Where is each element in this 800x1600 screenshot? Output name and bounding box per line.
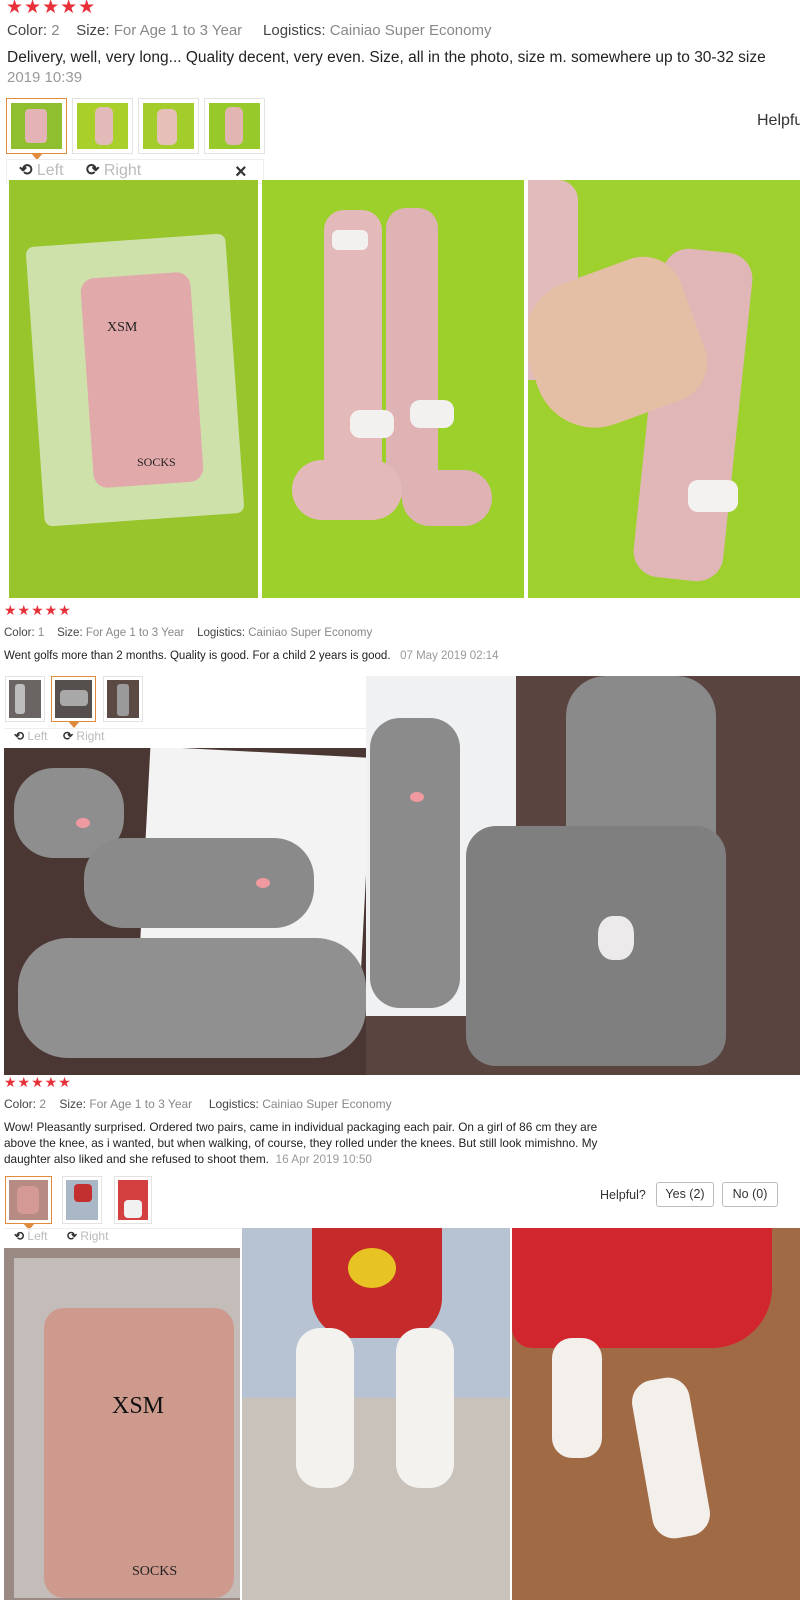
- rotate-right-label: Right: [76, 729, 105, 743]
- review-photo[interactable]: [242, 1228, 510, 1600]
- review-thumbnail[interactable]: [204, 98, 265, 154]
- rating-stars: ★★★★★: [6, 0, 97, 18]
- helpful-label: Helpfu: [757, 112, 800, 129]
- helpful-label: Helpful?: [600, 1188, 646, 1202]
- logistics-value: Cainiao Super Economy: [248, 627, 373, 639]
- rotate-right-button[interactable]: ⟳ Right: [67, 1229, 108, 1243]
- size-value: For Age 1 to 3 Year: [89, 1097, 193, 1111]
- logistics-label: Logistics:: [197, 627, 246, 639]
- size-label: Size:: [57, 627, 83, 639]
- review-thumbnail[interactable]: [72, 98, 133, 154]
- logistics-value: Cainiao Super Economy: [329, 22, 492, 39]
- size-value: For Age 1 to 3 Year: [85, 627, 185, 639]
- review-meta: Color: 2 Size: For Age 1 to 3 Year Logis…: [4, 1097, 392, 1111]
- active-caret: [67, 721, 80, 728]
- rotate-right-button[interactable]: ⟳ Right: [63, 729, 104, 743]
- size-value: For Age 1 to 3 Year: [113, 22, 243, 39]
- rotate-left-button[interactable]: ⟲ Left: [19, 160, 64, 180]
- rotate-right-button[interactable]: ⟳ Right: [86, 160, 141, 180]
- review-thumbnail[interactable]: [5, 1176, 52, 1230]
- review-line: above the knee, as i wanted, but when wa…: [4, 1136, 598, 1150]
- rotate-left-icon: ⟲: [14, 1229, 25, 1243]
- image-toolbar: [4, 728, 366, 748]
- review-text: Wow! Pleasantly surprised. Ordered two p…: [4, 1119, 597, 1167]
- review-thumbnail[interactable]: [138, 98, 199, 154]
- review-text: Delivery, well, very long... Quality dec…: [7, 49, 766, 66]
- color-label: Color:: [7, 22, 48, 39]
- review-line-last: daughter also liked and she refused to s…: [4, 1152, 372, 1166]
- review-thumbnail[interactable]: [103, 676, 143, 722]
- color-value: 2: [51, 22, 60, 39]
- review-date: 16 Apr 2019 10:50: [275, 1152, 372, 1166]
- review-photo[interactable]: XSM SOCKS: [9, 180, 258, 598]
- rotate-left-button[interactable]: ⟲ Left: [14, 1229, 47, 1243]
- color-label: Color:: [4, 1097, 37, 1111]
- rotate-left-button[interactable]: ⟲ Left: [14, 729, 47, 743]
- review-photo[interactable]: [512, 1228, 800, 1600]
- review-thumbnail[interactable]: [62, 1176, 102, 1224]
- review-meta: Color: 1 Size: For Age 1 to 3 Year Logis…: [4, 627, 372, 639]
- logistics-label: Logistics:: [208, 1097, 259, 1111]
- size-label: Size:: [59, 1097, 87, 1111]
- rotate-left-icon: ⟲: [19, 162, 33, 179]
- helpful-no-button[interactable]: No (0): [722, 1182, 778, 1207]
- review-thumbnail[interactable]: [5, 676, 45, 722]
- review-photo[interactable]: [4, 748, 366, 1075]
- review-thumbnail[interactable]: [114, 1176, 152, 1224]
- rating-stars: ★★★★★: [4, 602, 72, 618]
- helpful-yes-button[interactable]: Yes (2): [656, 1182, 714, 1207]
- review-meta: Color: 2 Size: For Age 1 to 3 Year Logis…: [7, 22, 491, 39]
- review-date: 2019 10:39: [7, 69, 83, 86]
- rotate-right-label: Right: [103, 162, 142, 179]
- rotate-right-icon: ⟳: [86, 162, 100, 179]
- rotate-right-icon: ⟳: [67, 1229, 78, 1243]
- review-line: Wow! Pleasantly surprised. Ordered two p…: [4, 1120, 598, 1134]
- logistics-label: Logistics:: [263, 22, 326, 39]
- review-thumbnail[interactable]: [6, 98, 67, 160]
- rotate-left-icon: ⟲: [14, 729, 25, 743]
- color-value: 1: [37, 627, 45, 639]
- rotate-right-icon: ⟳: [63, 729, 74, 743]
- review-text: Went golfs more than 2 months. Quality i…: [4, 650, 499, 662]
- review-photo[interactable]: [262, 180, 524, 598]
- rating-stars: ★★★★★: [4, 1074, 72, 1090]
- review-thumbnail[interactable]: [51, 676, 96, 728]
- size-label: Size:: [76, 22, 110, 39]
- review-photo[interactable]: [366, 676, 800, 1075]
- review-body: Went golfs more than 2 months. Quality i…: [4, 650, 391, 662]
- rotate-left-label: Left: [27, 729, 48, 743]
- rotate-left-label: Left: [27, 1229, 48, 1243]
- review-photo[interactable]: XSM SOCKS: [4, 1248, 240, 1600]
- logistics-value: Cainiao Super Economy: [262, 1097, 392, 1111]
- rotate-right-label: Right: [80, 1229, 109, 1243]
- color-value: 2: [39, 1097, 47, 1111]
- color-label: Color:: [4, 627, 35, 639]
- rotate-left-label: Left: [36, 162, 64, 179]
- review-date: 07 May 2019 02:14: [400, 650, 499, 662]
- review-photo[interactable]: [528, 180, 800, 598]
